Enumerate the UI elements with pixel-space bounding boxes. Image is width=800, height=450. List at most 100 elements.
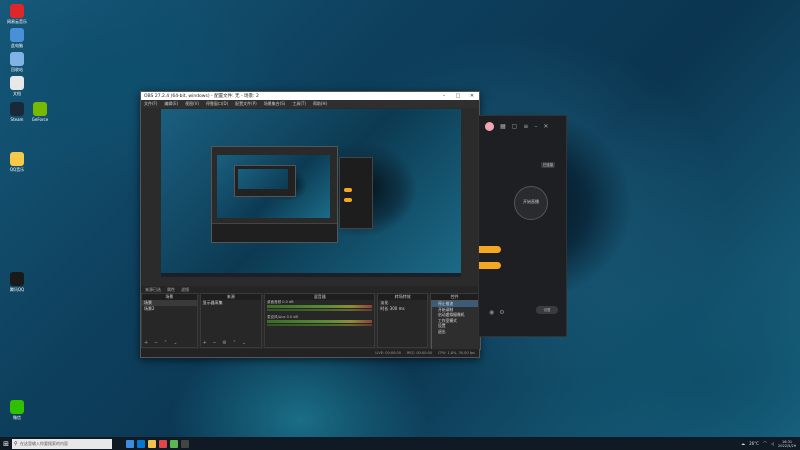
music-icon xyxy=(10,4,24,18)
minimize-icon[interactable]: – xyxy=(437,93,451,99)
windows-start-icon[interactable]: ⊞ xyxy=(0,437,12,450)
clock[interactable]: 16:31 2022/5/29 xyxy=(778,440,796,448)
search-placeholder: 在这里输入你要搜索的内容 xyxy=(20,440,68,446)
orange-tag[interactable] xyxy=(479,246,501,253)
transitions-dock: 转场特效 淡化 时长 300 ms xyxy=(377,293,429,348)
menu-edit[interactable]: 编辑(E) xyxy=(164,101,178,107)
network-icon[interactable]: ⌒ xyxy=(763,441,767,447)
scene-item[interactable]: 场景2 xyxy=(142,306,197,312)
volume-icon[interactable]: ◁ xyxy=(771,441,774,446)
desktop-icon[interactable]: Steam xyxy=(6,102,28,122)
desktop-icon-label: Steam xyxy=(10,117,24,122)
sources-dock: 来源 显示器采集 + − ⚙ ⌃ ⌄ xyxy=(199,293,263,348)
mixer-channel-name: 麦克风/Aux xyxy=(267,315,286,319)
volume-slider[interactable] xyxy=(267,309,373,311)
scenes-dock: 场景 场景 场景2 + − ⌃ ⌄ xyxy=(141,293,198,348)
desktop-icon[interactable]: 腾讯QQ xyxy=(6,272,28,292)
netease-music-icon[interactable] xyxy=(159,439,167,448)
desktop-icon-label: 文档 xyxy=(13,91,21,96)
start-live-button[interactable]: 开始直播 xyxy=(514,186,548,220)
desktop-icon[interactable]: GeForce xyxy=(29,102,51,122)
desktop-icon-label: 网易云音乐 xyxy=(7,19,27,24)
minimize-icon[interactable]: – xyxy=(534,123,537,130)
volume-meter xyxy=(267,320,373,323)
desktop-icon[interactable]: 文档 xyxy=(6,76,28,96)
taskbar: ⊞ ⚲ 在这里输入你要搜索的内容 ☁ 26°C ⌒ ◁ 16:31 2022/5… xyxy=(0,437,800,450)
duration-input[interactable]: 300 ms xyxy=(390,306,405,311)
obs-dock-area: 场景 场景 场景2 + − ⌃ ⌄ 来源 显示器采集 + − ⚙ ⌃ ⌄ 混音器… xyxy=(141,293,479,348)
audio-mixer-dock: 混音器 桌面音频 0.0 dB 麦克风/Aux 0.0 dB xyxy=(264,293,376,348)
obs-status-bar: LIVE: 00:00:00 REC: 00:00:00 CPU: 1.8%, … xyxy=(141,349,479,357)
filters-button[interactable]: 滤镜 xyxy=(181,287,189,293)
app-bottom-icons: ◉ ⚙ xyxy=(479,309,576,316)
mic-icon[interactable]: ◉ xyxy=(489,309,494,316)
date: 2022/5/29 xyxy=(778,443,796,448)
gear-icon[interactable]: ⚙ xyxy=(499,309,504,316)
document-icon xyxy=(10,76,24,90)
close-icon[interactable]: ✕ xyxy=(465,93,479,99)
volume-slider[interactable] xyxy=(267,324,373,326)
cpu-fps: CPU: 1.8%, 30.00 fps xyxy=(438,351,475,355)
menu-profile[interactable]: 配置文件(P) xyxy=(235,101,257,107)
desktop-icon[interactable]: 微信 xyxy=(6,400,28,420)
menu-file[interactable]: 文件(F) xyxy=(144,101,157,107)
orange-tag[interactable] xyxy=(479,262,501,269)
steam-icon xyxy=(10,102,24,116)
obs-icon[interactable] xyxy=(181,439,189,448)
file-explorer-icon[interactable] xyxy=(148,439,156,448)
settings-pill[interactable]: 设置 xyxy=(536,306,558,314)
obs-title-bar[interactable]: OBS 27.2.4 (64-bit, windows) - 配置文件: 无 -… xyxy=(141,92,479,100)
duration-label: 时长 xyxy=(380,306,389,311)
live-time: LIVE: 00:00:00 xyxy=(375,351,401,355)
desktop-icon[interactable]: QQ音乐 xyxy=(6,152,28,172)
maximize-icon[interactable]: □ xyxy=(451,93,465,99)
obs-menu-bar: 文件(F) 编辑(E) 视图(V) 停靠窗口(D) 配置文件(P) 场景集合(S… xyxy=(141,100,479,108)
obs-window[interactable]: OBS 27.2.4 (64-bit, windows) - 配置文件: 无 -… xyxy=(140,91,481,358)
app-toolbar: ▦ ▢ ≡ – ✕ xyxy=(479,116,566,136)
temperature: 26°C xyxy=(749,441,759,446)
mixer-channel-level: 0.0 dB xyxy=(282,300,294,304)
nvidia-icon xyxy=(33,102,47,116)
nested-dock-area xyxy=(212,223,337,242)
menu-item-exit[interactable]: 退出 xyxy=(432,329,480,335)
menu-scene-collection[interactable]: 场景集合(S) xyxy=(264,101,286,107)
rec-time: REC: 00:00:00 xyxy=(406,351,433,355)
obs-preview-canvas[interactable] xyxy=(161,109,461,277)
menu-docks[interactable]: 停靠窗口(D) xyxy=(206,101,228,107)
menu-tools[interactable]: 工具(T) xyxy=(292,101,306,107)
scene-controls[interactable]: + − ⌃ ⌄ xyxy=(144,340,180,346)
source-controls[interactable]: + − ⚙ ⌃ ⌄ xyxy=(203,340,249,346)
desktop-icon-label: QQ音乐 xyxy=(9,167,25,172)
menu-icon[interactable]: ≡ xyxy=(523,123,528,130)
desktop-icon[interactable]: 网易云音乐 xyxy=(6,4,28,24)
mixer-channel-name: 桌面音频 xyxy=(267,300,282,304)
source-item[interactable]: 显示器采集 xyxy=(201,300,261,306)
edge-icon[interactable] xyxy=(137,439,145,448)
nested-obs-window xyxy=(211,146,338,243)
controls-context-menu: 停止推流 开始录制 启动虚拟摄像机 工作室模式 设置 退出 xyxy=(431,300,481,350)
weather-icon[interactable]: ☁ xyxy=(741,441,745,446)
wechat-icon xyxy=(10,400,24,414)
status-badge: 已连接 xyxy=(541,162,555,168)
close-icon[interactable]: ✕ xyxy=(543,123,548,130)
avatar[interactable] xyxy=(485,121,494,131)
app-icon[interactable] xyxy=(170,439,178,448)
recycle-bin-icon xyxy=(10,52,24,66)
grid-icon[interactable]: ▦ xyxy=(500,123,506,130)
desktop-icon[interactable]: 回收站 xyxy=(6,52,28,72)
menu-view[interactable]: 视图(V) xyxy=(185,101,199,107)
streaming-app-window[interactable]: ▦ ▢ ≡ – ✕ 已连接 开始直播 ◉ ⚙ 设置 xyxy=(478,115,567,337)
taskbar-search-box[interactable]: ⚲ 在这里输入你要搜索的内容 xyxy=(12,438,112,449)
task-view-icon[interactable] xyxy=(126,439,134,448)
desktop-icon[interactable]: 此电脑 xyxy=(6,28,28,48)
preview-taskbar xyxy=(161,273,461,277)
selected-source-label: 来源已选 xyxy=(145,286,161,292)
chat-icon[interactable]: ▢ xyxy=(512,123,518,130)
nested-obs-window-inner xyxy=(234,165,296,197)
start-live-label: 开始直播 xyxy=(523,199,539,204)
menu-help[interactable]: 帮助(H) xyxy=(313,101,327,107)
search-icon: ⚲ xyxy=(14,440,18,447)
source-toolbar: 来源已选 属性 滤镜 xyxy=(141,286,479,293)
qq-icon xyxy=(10,272,24,286)
properties-button[interactable]: 属性 xyxy=(167,287,175,293)
